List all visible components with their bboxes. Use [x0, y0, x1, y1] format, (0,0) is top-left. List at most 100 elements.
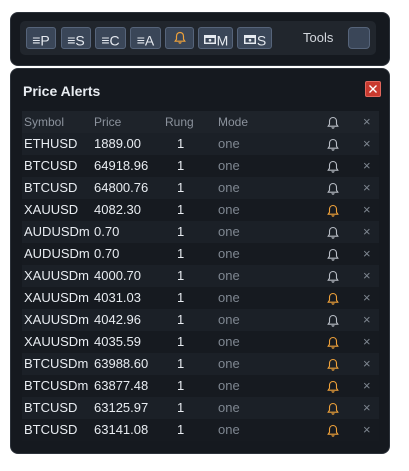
table-body: ETHUSD 1889.00 1 one × BTCUSD 64918.96 1 one × BTC…: [22, 133, 379, 441]
toolbar-button-label: A: [144, 32, 155, 49]
close-icon: [369, 85, 377, 93]
price-cell: 4031.03: [94, 290, 141, 305]
price-cell: 64918.96: [94, 158, 149, 173]
rung-cell: 1: [177, 356, 185, 371]
toolbar-button-label: M: [216, 32, 229, 49]
table-row: XAUUSDm 4042.96 1 one ×: [22, 309, 379, 331]
rung-cell: 1: [177, 334, 185, 349]
delete-icon[interactable]: ×: [363, 375, 371, 397]
bell-icon[interactable]: [326, 247, 340, 261]
tools-button[interactable]: [348, 27, 370, 49]
toolbar-button-s2[interactable]: S: [237, 27, 272, 49]
list-icon: ≡: [136, 32, 145, 49]
delete-icon[interactable]: ×: [363, 155, 371, 177]
bell-icon[interactable]: [326, 269, 340, 283]
bell-icon[interactable]: [326, 401, 340, 415]
symbol-cell: XAUUSDm: [24, 334, 90, 349]
bell-icon[interactable]: [326, 379, 340, 393]
delete-icon[interactable]: ×: [363, 199, 371, 221]
delete-icon[interactable]: ×: [363, 331, 371, 353]
table-header: Symbol Price Rung Mode ×: [22, 111, 379, 133]
delete-icon[interactable]: ×: [363, 243, 371, 265]
delete-icon[interactable]: ×: [363, 309, 371, 331]
delete-icon[interactable]: ×: [363, 133, 371, 155]
bell-icon[interactable]: [326, 335, 340, 349]
mode-cell: one: [218, 246, 240, 261]
rung-cell: 1: [177, 290, 185, 305]
toolbar-button-a[interactable]: ≡A: [130, 27, 161, 49]
bell-icon[interactable]: [326, 159, 340, 173]
price-cell: 4035.59: [94, 334, 141, 349]
mode-cell: one: [218, 400, 240, 415]
alerts-table: Symbol Price Rung Mode × ETHUSD 1889.00 1 o…: [22, 111, 379, 441]
table-row: BTCUSDm 63988.60 1 one ×: [22, 353, 379, 375]
panel-title: Price Alerts: [23, 83, 101, 99]
delete-icon[interactable]: ×: [363, 397, 371, 419]
toolbar-button-s[interactable]: ≡S: [61, 27, 91, 49]
symbol-cell: BTCUSDm: [24, 378, 89, 393]
bell-icon[interactable]: [326, 137, 340, 151]
mode-cell: one: [218, 422, 240, 437]
bell-icon[interactable]: [326, 225, 340, 239]
rung-cell: 1: [177, 422, 185, 437]
bell-icon[interactable]: [326, 181, 340, 195]
bell-icon: [174, 31, 186, 44]
table-row: BTCUSD 64800.76 1 one ×: [22, 177, 379, 199]
table-row: XAUUSDm 4000.70 1 one ×: [22, 265, 379, 287]
symbol-cell: BTCUSD: [24, 180, 78, 195]
symbol-cell: BTCUSD: [24, 422, 78, 437]
bell-icon[interactable]: [326, 291, 340, 305]
mode-cell: one: [218, 158, 240, 173]
table-row: XAUUSDm 4031.03 1 one ×: [22, 287, 379, 309]
symbol-cell: AUDUSDm: [24, 246, 90, 261]
rung-cell: 1: [177, 202, 185, 217]
mode-cell: one: [218, 312, 240, 327]
mode-cell: one: [218, 202, 240, 217]
toolbar: ≡P ≡S ≡C ≡A M S Tools: [10, 12, 390, 66]
bell-icon[interactable]: [326, 203, 340, 217]
mode-cell: one: [218, 334, 240, 349]
price-cell: 4042.96: [94, 312, 141, 327]
header-bell-icon: [326, 115, 340, 129]
price-cell: 4000.70: [94, 268, 141, 283]
price-cell: 63988.60: [94, 356, 149, 371]
delete-icon[interactable]: ×: [363, 221, 371, 243]
bell-icon[interactable]: [326, 313, 340, 327]
mode-cell: one: [218, 136, 240, 151]
screen-icon: [243, 35, 256, 45]
header-price: Price: [94, 115, 122, 129]
price-cell: 1889.00: [94, 136, 141, 151]
toolbar-button-c[interactable]: ≡C: [95, 27, 126, 49]
price-cell: 0.70: [94, 224, 120, 239]
toolbar-inner: ≡P ≡S ≡C ≡A M S Tools: [20, 21, 376, 55]
toolbar-button-label: P: [40, 32, 50, 49]
price-cell: 64800.76: [94, 180, 149, 195]
symbol-cell: AUDUSDm: [24, 224, 90, 239]
delete-icon[interactable]: ×: [363, 287, 371, 309]
delete-icon[interactable]: ×: [363, 419, 371, 441]
delete-icon[interactable]: ×: [363, 177, 371, 199]
delete-icon[interactable]: ×: [363, 353, 371, 375]
toolbar-button-label: S: [256, 32, 267, 49]
mode-cell: one: [218, 378, 240, 393]
header-mode: Mode: [218, 115, 249, 129]
rung-cell: 1: [177, 224, 185, 239]
toolbar-button-p[interactable]: ≡P: [26, 27, 56, 49]
delete-icon[interactable]: ×: [363, 265, 371, 287]
table-row: AUDUSDm 0.70 1 one ×: [22, 243, 379, 265]
bell-icon[interactable]: [326, 357, 340, 371]
mode-cell: one: [218, 356, 240, 371]
table-row: AUDUSDm 0.70 1 one ×: [22, 221, 379, 243]
mode-cell: one: [218, 268, 240, 283]
rung-cell: 1: [177, 268, 185, 283]
symbol-cell: BTCUSDm: [24, 356, 89, 371]
mode-cell: one: [218, 180, 240, 195]
price-cell: 63125.97: [94, 400, 149, 415]
close-button[interactable]: [365, 81, 381, 97]
table-row: ETHUSD 1889.00 1 one ×: [22, 133, 379, 155]
bell-icon[interactable]: [326, 423, 340, 437]
price-cell: 63141.08: [94, 422, 149, 437]
toolbar-button-alerts[interactable]: [165, 27, 194, 49]
toolbar-button-m[interactable]: M: [198, 27, 233, 49]
rung-cell: 1: [177, 158, 185, 173]
